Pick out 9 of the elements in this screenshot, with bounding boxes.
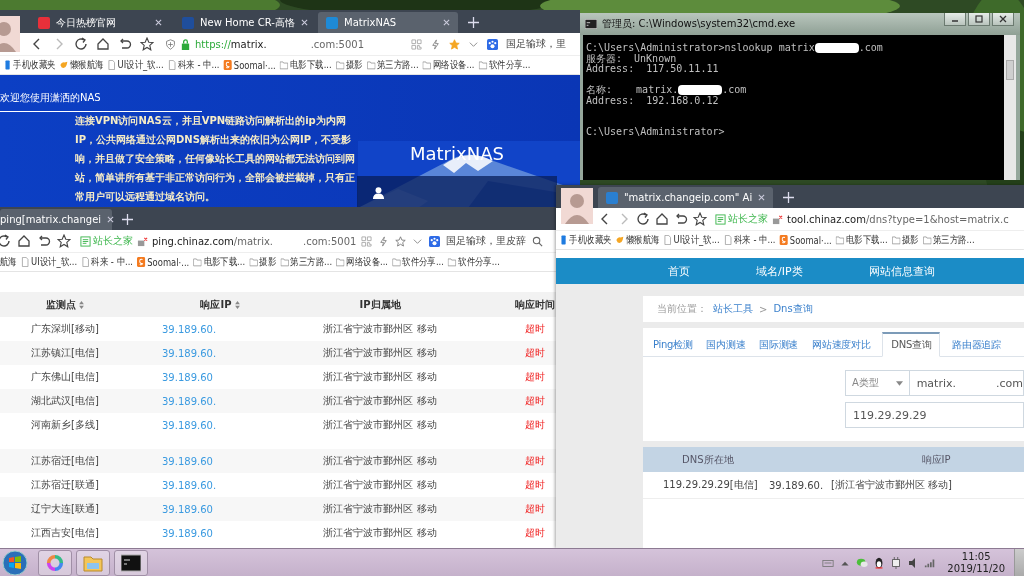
folder-icon: [83, 553, 103, 572]
ring-icon: [45, 553, 65, 572]
taskbar-button[interactable]: [114, 549, 148, 576]
clock[interactable]: 11:05 2019/11/20: [947, 550, 1005, 575]
power-plug-icon[interactable]: [890, 556, 903, 569]
clock-time: 11:05: [961, 550, 991, 563]
terminal-icon: [121, 553, 141, 572]
start-button[interactable]: [2, 549, 28, 576]
clock-date: 2019/11/20: [947, 562, 1005, 575]
